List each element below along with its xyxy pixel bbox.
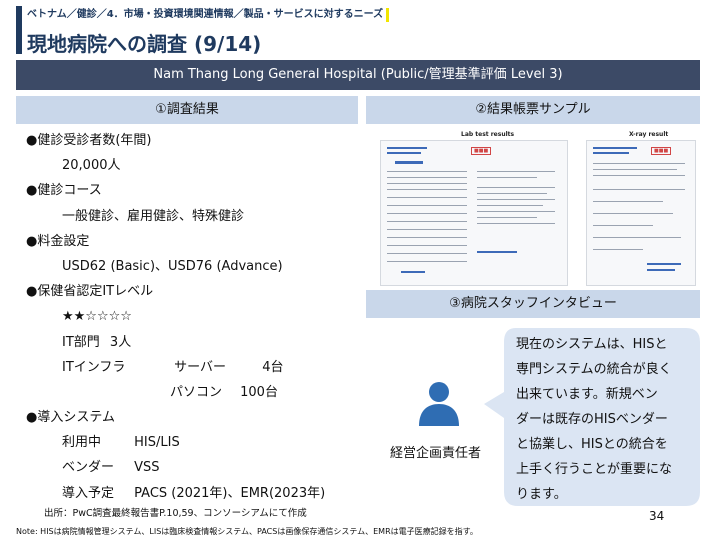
it-dept-label: IT部門: [62, 334, 100, 350]
page-number: 34: [649, 509, 665, 523]
xray-report-image: X-ray result ■■■: [586, 131, 696, 286]
vendor-row: ベンダー VSS: [26, 455, 356, 480]
course-value: 一般健診、雇用健診、特殊健診: [62, 208, 245, 224]
lab-stamp: ■■■: [471, 147, 492, 155]
lab-report-title: Lab test results: [461, 131, 515, 138]
quote-line: ダーは既存のHISベンダー: [516, 412, 668, 427]
course-label: ●健診コース: [26, 183, 102, 199]
planned-value: PACS (2021年)、EMR(2023年): [134, 485, 326, 501]
it-dept-row: IT部門 3人: [26, 330, 356, 355]
vendor-value: VSS: [134, 460, 160, 476]
fee-label: ●料金設定: [26, 233, 90, 249]
it-infra-row: ITインフラ サーバー 4台: [26, 355, 356, 380]
pc-row: パソコン 100台: [26, 380, 356, 405]
quote-line: 上手く行うことが重要にな: [516, 462, 673, 477]
interview-header: ③病院スタッフインタビュー: [366, 290, 700, 318]
quote-line: 出来ています。新規ベン: [516, 387, 658, 402]
report-sample-images: Lab test results ■■■ X-ray result ■■■: [366, 128, 700, 288]
system-label: ●導入システム: [26, 410, 115, 426]
planned-row: 導入予定 PACS (2021年)、EMR(2023年): [26, 481, 356, 506]
source-note: 出所：PwC調査最終報告書P.10,59、コンソーシアムにて作成: [44, 508, 307, 519]
quote-line: ります。: [516, 487, 567, 502]
results-header: ①調査結果: [16, 96, 358, 124]
quote-line: 現在のシステムは、HISと: [516, 337, 668, 352]
hospital-name-bar: Nam Thang Long General Hospital (Public/…: [16, 60, 700, 90]
quote-line: 専門システムの統合が良く: [516, 362, 672, 377]
pc-value: 100台: [240, 384, 278, 400]
vendor-label: ベンダー: [62, 460, 115, 476]
exam-count-value: 20,000人: [62, 158, 121, 174]
sample-header: ②結果帳票サンプル: [366, 96, 700, 124]
person-icon: [416, 380, 462, 426]
results-list: ●健診受診者数(年間) 20,000人 ●健診コース 一般健診、雇用健診、特殊健…: [26, 128, 356, 506]
fee-value: USD62 (Basic)、USD76 (Advance): [62, 258, 283, 274]
quote-line: と協業し、HISとの統合を: [516, 437, 668, 452]
in-use-value: HIS/LIS: [134, 435, 180, 451]
interviewee-role: 経営企画責任者: [390, 446, 482, 461]
it-level-label: ●保健省認定ITレベル: [26, 284, 154, 300]
breadcrumb: ベトナム／健診／4．市場・投資環境関連情報／製品・サービスに対するニーズ: [27, 8, 390, 22]
footnote: Note: HISは病院情報管理システム、LISは臨床検査情報システム、PACS…: [16, 527, 478, 536]
pc-label: パソコン: [170, 384, 223, 400]
title-accent-bar: [16, 6, 22, 54]
page-title: 現地病院への調査 (9/14): [27, 32, 262, 56]
xray-report-title: X-ray result: [629, 131, 669, 138]
server-label: サーバー: [174, 359, 227, 375]
it-infra-label: ITインフラ: [62, 359, 126, 375]
lab-test-report-image: Lab test results ■■■: [380, 131, 568, 286]
exam-count-label: ●健診受診者数(年間): [26, 133, 152, 148]
it-dept-value: 3人: [109, 334, 132, 350]
in-use-label: 利用中: [62, 435, 102, 451]
interview-quote: 現在のシステムは、HISと 専門システムの統合が良く 出来ています。新規ベン ダ…: [516, 332, 694, 507]
planned-label: 導入予定: [62, 485, 115, 501]
in-use-row: 利用中 HIS/LIS: [26, 430, 356, 455]
xray-stamp: ■■■: [651, 147, 672, 155]
server-value: 4台: [262, 359, 284, 375]
it-level-stars: ★★☆☆☆☆: [62, 309, 132, 325]
